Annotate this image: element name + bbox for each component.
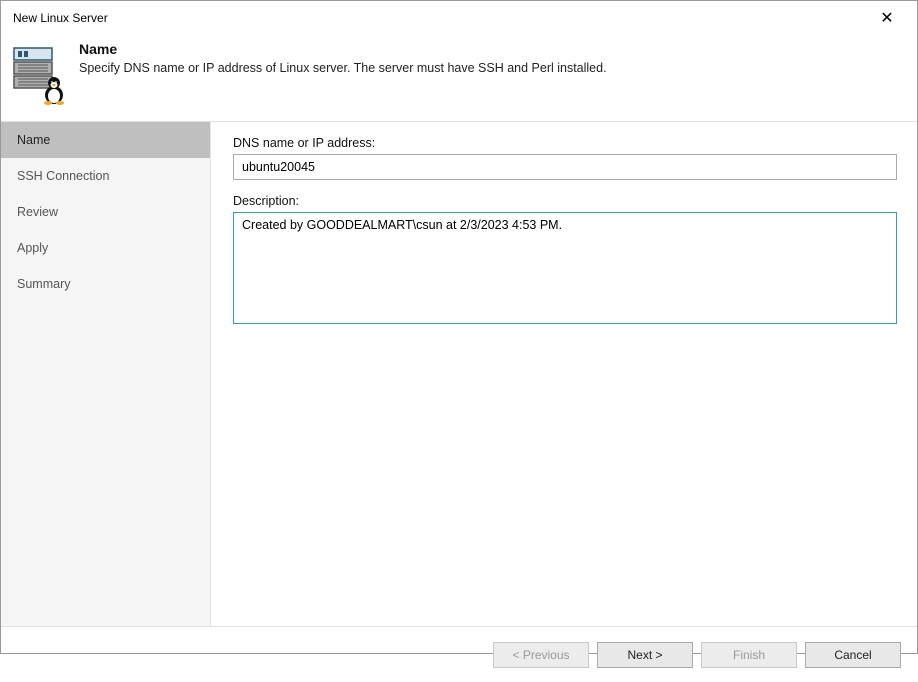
dns-input[interactable]	[233, 154, 897, 180]
description-textarea[interactable]	[233, 212, 897, 324]
sidebar-item-name[interactable]: Name	[1, 122, 210, 158]
sidebar-item-review[interactable]: Review	[1, 194, 210, 230]
header-text: Name Specify DNS name or IP address of L…	[79, 41, 607, 75]
sidebar-item-apply[interactable]: Apply	[1, 230, 210, 266]
wizard-header: Name Specify DNS name or IP address of L…	[1, 31, 917, 122]
wizard-content: DNS name or IP address: Description:	[211, 122, 917, 626]
next-button[interactable]: Next >	[597, 642, 693, 668]
window-title: New Linux Server	[13, 11, 108, 25]
header-subtitle: Specify DNS name or IP address of Linux …	[79, 61, 607, 75]
header-title: Name	[79, 41, 607, 57]
server-penguin-icon	[13, 45, 63, 101]
wizard-footer: < Previous Next > Finish Cancel	[1, 626, 917, 682]
cancel-button[interactable]: Cancel	[805, 642, 901, 668]
sidebar-item-ssh-connection[interactable]: SSH Connection	[1, 158, 210, 194]
close-icon[interactable]: ✕	[867, 8, 907, 28]
wizard-sidebar: Name SSH Connection Review Apply Summary	[1, 122, 211, 626]
finish-button: Finish	[701, 642, 797, 668]
previous-button: < Previous	[493, 642, 589, 668]
titlebar: New Linux Server ✕	[1, 1, 917, 31]
description-label: Description:	[233, 194, 897, 208]
dns-label: DNS name or IP address:	[233, 136, 897, 150]
sidebar-item-summary[interactable]: Summary	[1, 266, 210, 302]
wizard-body: Name SSH Connection Review Apply Summary…	[1, 122, 917, 626]
